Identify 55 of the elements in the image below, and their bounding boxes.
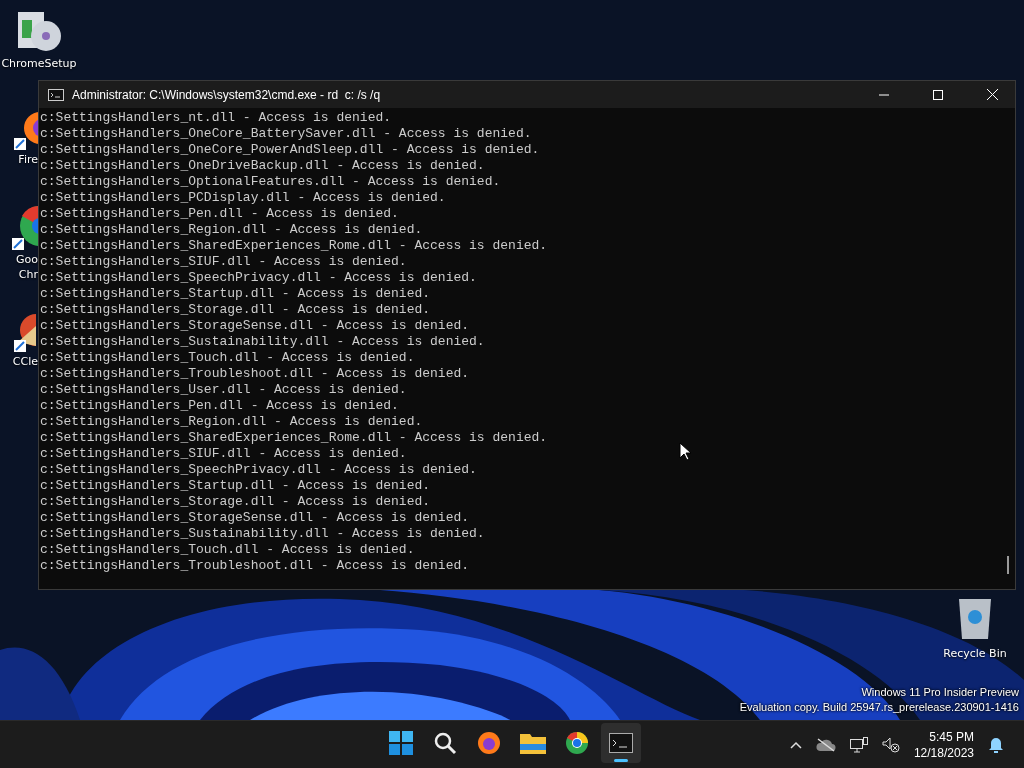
network-icon[interactable] bbox=[849, 736, 868, 753]
console-line: c:SettingsHandlers_Storage.dll - Access is denied. bbox=[40, 302, 431, 318]
close-icon bbox=[986, 89, 998, 100]
firefox-icon bbox=[477, 731, 501, 755]
cloud-off-icon[interactable] bbox=[815, 737, 836, 752]
taskbar-terminal-button[interactable] bbox=[601, 723, 641, 763]
folder-icon bbox=[520, 732, 546, 754]
console-line: c:SettingsHandlers_SpeechPrivacy.dll - Access is denied. bbox=[40, 462, 477, 478]
clock-date[interactable]: 12/18/2023 bbox=[913, 744, 974, 761]
terminal-icon bbox=[609, 733, 633, 753]
chevron-up-icon[interactable] bbox=[789, 740, 802, 749]
clock-time[interactable]: 5:45 PM bbox=[929, 728, 974, 745]
console-line: c:SettingsHandlers_Sustainability.dll - Access is denied. bbox=[40, 334, 485, 350]
scrollbar-thumb[interactable] bbox=[1007, 556, 1009, 574]
console-line: c:SettingsHandlers_Troubleshoot.dll - Access is denied. bbox=[40, 558, 470, 574]
console-line: c:SettingsHandlers_OneCore_BatterySaver.dll - Access is denied. bbox=[40, 126, 532, 142]
console-line: c:SettingsHandlers_Startup.dll - Access is denied. bbox=[40, 478, 431, 494]
console-line: c:SettingsHandlers_Region.dll - Access is denied. bbox=[40, 414, 423, 430]
notification-bell-icon[interactable] bbox=[988, 736, 1004, 753]
console-line: c:SettingsHandlers_PCDisplay.dll - Access is denied. bbox=[40, 190, 446, 206]
chrome-icon bbox=[565, 731, 589, 755]
speaker-muted-icon[interactable] bbox=[881, 736, 900, 753]
console-line: c:SettingsHandlers_StorageSense.dll - Access is denied. bbox=[40, 318, 470, 334]
os-build-notice: Windows 11 Pro Insider Preview bbox=[861, 685, 1019, 700]
console-line: c:SettingsHandlers_StorageSense.dll - Access is denied. bbox=[40, 510, 470, 526]
desktop-icon-label[interactable]: CCle bbox=[12, 354, 38, 369]
console-line: c:SettingsHandlers_nt.dll - Access is denied. bbox=[40, 110, 392, 126]
console-line: c:SettingsHandlers_SpeechPrivacy.dll - Access is denied. bbox=[40, 270, 477, 286]
desktop-icon-label[interactable]: ChromeSetup bbox=[1, 56, 77, 71]
console-icon bbox=[48, 88, 64, 101]
console-line: c:SettingsHandlers_User.dll - Access is denied. bbox=[40, 382, 407, 398]
desktop-icon-label[interactable]: Fire bbox=[18, 152, 38, 167]
windows-logo-icon bbox=[389, 731, 413, 755]
console-line: c:SettingsHandlers_Pen.dll - Access is denied. bbox=[40, 398, 399, 414]
console-line: c:SettingsHandlers_OptionalFeatures.dll - Access is denied. bbox=[40, 174, 501, 190]
console-line: c:SettingsHandlers_Touch.dll - Access is denied. bbox=[40, 542, 415, 558]
window-title: Administrator: C:\Windows\system32\cmd.exe - rd c: /s /q bbox=[72, 87, 381, 102]
console-line: c:SettingsHandlers_Troubleshoot.dll - Access is denied. bbox=[40, 366, 470, 382]
mouse-pointer-icon bbox=[679, 442, 691, 461]
maximize-icon bbox=[933, 89, 943, 100]
console-line: c:SettingsHandlers_Pen.dll - Access is denied. bbox=[40, 206, 399, 222]
console-line: c:SettingsHandlers_Sustainability.dll - Access is denied. bbox=[40, 526, 485, 542]
console-line: c:SettingsHandlers_SharedExperiences_Rome.dll - Access is denied. bbox=[40, 430, 548, 446]
console-line: c:SettingsHandlers_OneCore_PowerAndSleep.dll - Access is denied. bbox=[40, 142, 540, 158]
console-line: c:SettingsHandlers_SIUF.dll - Access is denied. bbox=[40, 254, 407, 270]
desktop-icon-label[interactable]: Goo Chr bbox=[16, 252, 38, 282]
console-line: c:SettingsHandlers_SIUF.dll - Access is denied. bbox=[40, 446, 407, 462]
console-line: c:SettingsHandlers_SharedExperiences_Rome.dll - Access is denied. bbox=[40, 238, 548, 254]
console-line: c:SettingsHandlers_Touch.dll - Access is denied. bbox=[40, 350, 415, 366]
console-line: c:SettingsHandlers_Region.dll - Access is denied. bbox=[40, 222, 423, 238]
console-line: c:SettingsHandlers_OneDriveBackup.dll - Access is denied. bbox=[40, 158, 485, 174]
desktop-icon-label[interactable]: Recycle Bin bbox=[943, 647, 1007, 660]
console-line: c:SettingsHandlers_Startup.dll - Access is denied. bbox=[40, 286, 431, 302]
console-line: c:SettingsHandlers_Storage.dll - Access is denied. bbox=[40, 494, 431, 510]
search-icon bbox=[433, 731, 457, 755]
